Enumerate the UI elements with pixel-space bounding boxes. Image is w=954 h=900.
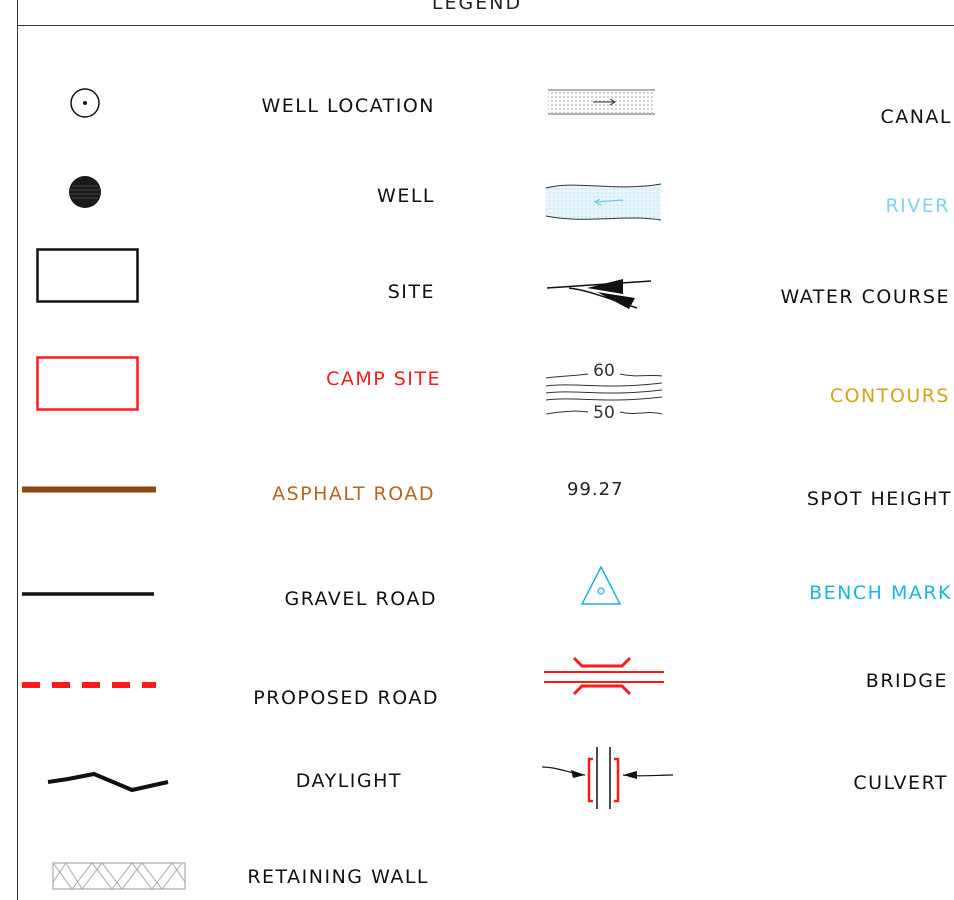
label-proposed-road: PROPOSED ROAD (253, 687, 439, 709)
label-gravel-road: GRAVEL ROAD (284, 588, 437, 610)
bridge-icon (544, 656, 664, 696)
label-river: RIVER (885, 195, 950, 217)
red-dashed-line-icon (22, 682, 156, 688)
label-spot-height: SPOT HEIGHT (806, 488, 952, 510)
label-canal: CANAL (880, 106, 952, 128)
black-line-icon (22, 592, 154, 596)
label-bridge: BRIDGE (865, 670, 948, 692)
label-bench-mark: BENCH MARK (809, 582, 952, 604)
water-course-icon (546, 279, 652, 309)
legend-sheet: LEGEND WELL LOCATION WELL SITE CAMP SITE (0, 0, 954, 900)
label-contours: CONTOURS (829, 385, 950, 407)
label-culvert: CULVERT (853, 772, 948, 794)
culvert-icon (541, 747, 674, 809)
legend-title: LEGEND (431, 0, 523, 14)
label-site: SITE (387, 281, 435, 303)
black-rectangle-icon (36, 248, 139, 303)
label-water-course: WATER COURSE (780, 286, 950, 308)
label-asphalt-road: ASPHALT ROAD (272, 483, 435, 505)
contour-value-60: 60 (593, 361, 615, 381)
circle-dot-icon (70, 88, 100, 118)
title-divider (17, 25, 954, 26)
contour-value-50: 50 (593, 403, 615, 423)
red-rectangle-icon (36, 356, 139, 411)
canal-icon (548, 89, 655, 115)
frame-left-border (17, 0, 18, 900)
contours-icon: 60 50 (545, 361, 663, 423)
filled-circle-icon (69, 176, 101, 208)
brown-line-icon (22, 486, 156, 493)
triangle-icon (580, 565, 622, 605)
label-retaining-wall: RETAINING WALL (247, 866, 429, 888)
river-icon (545, 183, 662, 221)
label-camp-site: CAMP SITE (326, 368, 441, 390)
zigzag-line-icon (47, 771, 169, 793)
label-daylight: DAYLIGHT (295, 770, 402, 792)
label-well: WELL (377, 185, 435, 207)
spot-height-value: 99.27 (567, 479, 624, 500)
hatched-wall-icon (52, 862, 186, 890)
label-well-location: WELL LOCATION (261, 95, 435, 117)
